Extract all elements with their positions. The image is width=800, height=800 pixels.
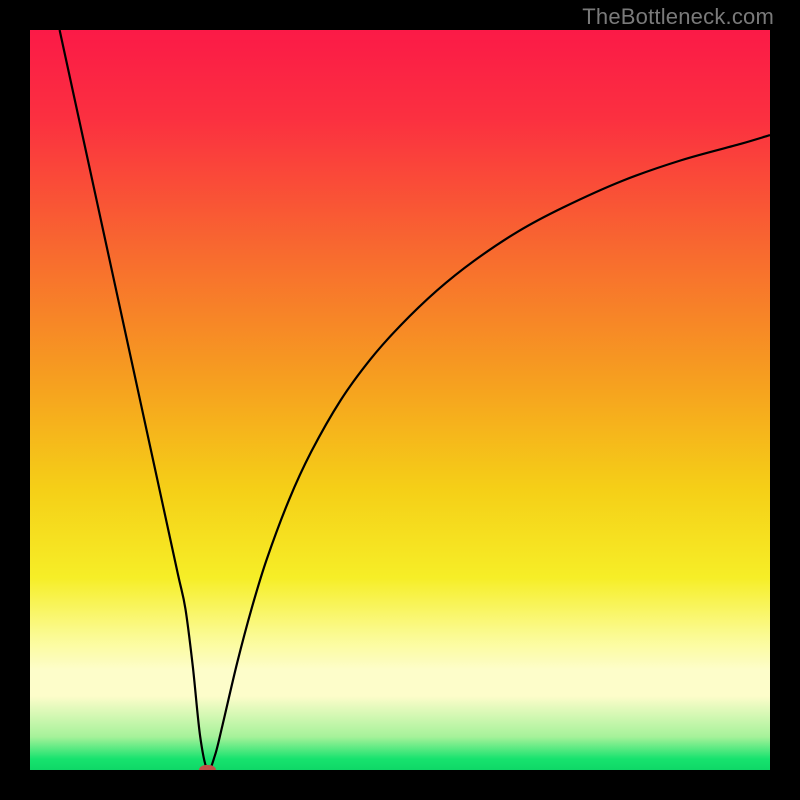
optimal-point-marker [199, 765, 217, 770]
source-watermark: TheBottleneck.com [582, 4, 774, 30]
curve-layer [30, 30, 770, 770]
bottleneck-curve [60, 30, 770, 770]
plot-area [30, 30, 770, 770]
chart-frame: TheBottleneck.com [0, 0, 800, 800]
